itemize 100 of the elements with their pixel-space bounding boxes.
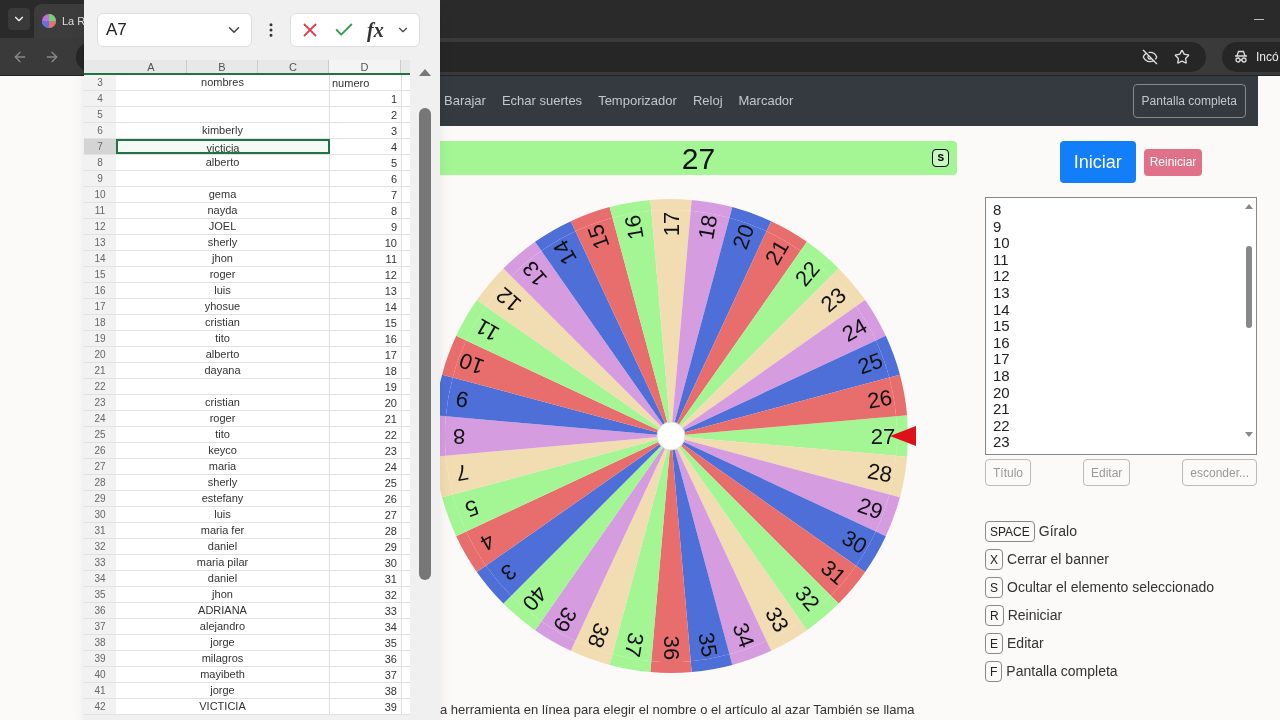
row-header[interactable]: 25: [84, 427, 116, 442]
row-header[interactable]: 17: [84, 299, 116, 314]
row-header[interactable]: 16: [84, 283, 116, 298]
merged-cell[interactable]: JOEL: [116, 219, 330, 234]
table-cell[interactable]: 18: [330, 363, 402, 378]
merged-cell[interactable]: maria: [116, 459, 330, 474]
merged-cell[interactable]: maria pilar: [116, 555, 330, 570]
merged-cell[interactable]: milagros: [116, 651, 330, 666]
merged-cell[interactable]: mayibeth: [116, 667, 330, 682]
merged-cell[interactable]: estefany: [116, 491, 330, 506]
table-cell[interactable]: 16: [330, 331, 402, 346]
row-header[interactable]: 4: [84, 91, 116, 106]
table-cell[interactable]: 22: [330, 427, 402, 442]
table-cell[interactable]: 5: [330, 155, 402, 170]
row-header[interactable]: 15: [84, 267, 116, 282]
nav-link[interactable]: Marcador: [738, 91, 794, 111]
merged-cell[interactable]: nombres: [116, 75, 330, 90]
merged-cell[interactable]: dayana: [116, 363, 330, 378]
table-cell[interactable]: 2: [330, 107, 402, 122]
merged-cell[interactable]: daniel: [116, 571, 330, 586]
table-cell[interactable]: 34: [330, 619, 402, 634]
row-header[interactable]: 26: [84, 443, 116, 458]
table-cell[interactable]: 7: [330, 187, 402, 202]
merged-cell[interactable]: cristian: [116, 395, 330, 410]
row-header[interactable]: 29: [84, 491, 116, 506]
merged-cell[interactable]: luis: [116, 507, 330, 522]
table-cell[interactable]: 33: [330, 603, 402, 618]
merged-cell[interactable]: kimberly: [116, 123, 330, 138]
row-header[interactable]: 41: [84, 683, 116, 698]
row-header[interactable]: 42: [84, 699, 116, 714]
merged-cell[interactable]: cristian: [116, 315, 330, 330]
row-header[interactable]: 35: [84, 587, 116, 602]
merged-cell[interactable]: ADRIANA: [116, 603, 330, 618]
row-header[interactable]: 22: [84, 379, 116, 394]
merged-cell[interactable]: gema: [116, 187, 330, 202]
table-cell[interactable]: 3: [330, 123, 402, 138]
nav-link[interactable]: Echar suertes: [501, 91, 583, 111]
table-cell[interactable]: 20: [330, 395, 402, 410]
merged-cell[interactable]: tito: [116, 331, 330, 346]
row-header[interactable]: 28: [84, 475, 116, 490]
row-header[interactable]: 34: [84, 571, 116, 586]
merged-cell[interactable]: luis: [116, 283, 330, 298]
merged-cell[interactable]: victicia: [116, 139, 330, 154]
merged-cell[interactable]: yhosue: [116, 299, 330, 314]
row-header[interactable]: 10: [84, 187, 116, 202]
nav-link[interactable]: Barajar: [444, 91, 486, 111]
table-cell[interactable]: 25: [330, 475, 402, 490]
function-button[interactable]: fx: [367, 15, 384, 45]
column-header[interactable]: D: [329, 60, 401, 73]
row-header[interactable]: 11: [84, 203, 116, 218]
table-cell[interactable]: 11: [330, 251, 402, 266]
merged-cell[interactable]: nayda: [116, 203, 330, 218]
merged-cell[interactable]: sherly: [116, 235, 330, 250]
table-cell[interactable]: 1: [330, 91, 402, 106]
nav-link[interactable]: Reloj: [692, 91, 723, 111]
row-header[interactable]: 24: [84, 411, 116, 426]
row-header[interactable]: 36: [84, 603, 116, 618]
row-header[interactable]: 37: [84, 619, 116, 634]
merged-cell[interactable]: maria fer: [116, 523, 330, 538]
table-cell[interactable]: 10: [330, 235, 402, 250]
row-header[interactable]: 9: [84, 171, 116, 186]
row-header[interactable]: 30: [84, 507, 116, 522]
table-cell[interactable]: 19: [330, 379, 402, 394]
merged-cell[interactable]: VICTICIA: [116, 699, 330, 714]
merged-cell[interactable]: alberto: [116, 347, 330, 362]
row-header[interactable]: 12: [84, 219, 116, 234]
merged-cell[interactable]: jorge: [116, 635, 330, 650]
row-header[interactable]: 40: [84, 667, 116, 682]
merged-cell[interactable]: alejandro: [116, 619, 330, 634]
merged-cell[interactable]: roger: [116, 267, 330, 282]
row-header[interactable]: 14: [84, 251, 116, 266]
fullscreen-button[interactable]: Pantalla completa: [1132, 84, 1246, 118]
table-cell[interactable]: 9: [330, 219, 402, 234]
table-cell[interactable]: 15: [330, 315, 402, 330]
table-cell[interactable]: 13: [330, 283, 402, 298]
table-cell[interactable]: 32: [330, 587, 402, 602]
merged-cell[interactable]: roger: [116, 411, 330, 426]
row-header[interactable]: 23: [84, 395, 116, 410]
entries-textarea[interactable]: 8 9 10 11 12 13 14 15 16 17 18 20 21 22 23: [985, 197, 1257, 455]
table-cell[interactable]: 17: [330, 347, 402, 362]
row-header[interactable]: 19: [84, 331, 116, 346]
table-cell[interactable]: 4: [330, 139, 402, 154]
table-cell[interactable]: 12: [330, 267, 402, 282]
start-button[interactable]: Iniciar: [1059, 141, 1136, 183]
merged-cell[interactable]: daniel: [116, 539, 330, 554]
table-cell[interactable]: 35: [330, 635, 402, 650]
row-header[interactable]: 20: [84, 347, 116, 362]
merged-cell[interactable]: tito: [116, 427, 330, 442]
merged-cell[interactable]: jhon: [116, 587, 330, 602]
row-header[interactable]: 32: [84, 539, 116, 554]
row-header[interactable]: 3: [84, 75, 116, 90]
table-cell[interactable]: numero: [330, 75, 402, 90]
table-cell[interactable]: 30: [330, 555, 402, 570]
table-cell[interactable]: 28: [330, 523, 402, 538]
row-header[interactable]: 5: [84, 107, 116, 122]
table-cell[interactable]: 26: [330, 491, 402, 506]
merged-cell[interactable]: keyco: [116, 443, 330, 458]
table-cell[interactable]: 39: [330, 699, 402, 714]
row-header[interactable]: 13: [84, 235, 116, 250]
merged-cell[interactable]: jorge: [116, 683, 330, 698]
